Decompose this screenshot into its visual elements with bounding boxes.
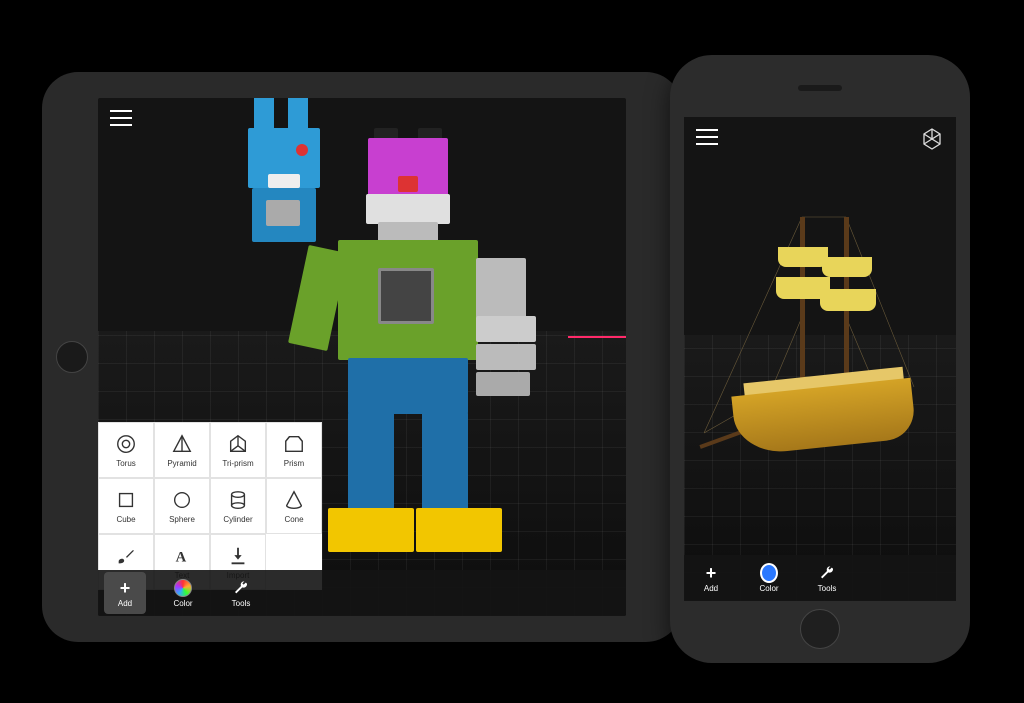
phone-speaker [798,85,842,91]
plus-icon: + [702,564,720,582]
ship-rigging [704,177,936,497]
tablet-device: Torus Pyramid Tri-prism Prism Cube Spher… [42,72,682,642]
shape-prism[interactable]: Prism [266,422,322,478]
shape-label: Pyramid [167,459,196,468]
tablet-screen: Torus Pyramid Tri-prism Prism Cube Spher… [98,98,626,616]
tools-button[interactable]: Tools [220,572,262,614]
wrench-icon [232,579,250,597]
tool-label: Color [173,599,192,608]
tool-label: Add [118,599,132,608]
shape-torus[interactable]: Torus [98,422,154,478]
tool-label: Tools [818,584,837,593]
toolbar: + Add Color Tools [684,555,956,601]
shape-label: Prism [284,459,304,468]
phone-screen: + Add Color Tools [684,117,956,601]
shape-cube[interactable]: Cube [98,478,154,534]
add-button[interactable]: + Add [690,557,732,599]
color-wheel-icon [174,579,192,597]
pyramid-icon [171,433,193,455]
shape-pyramid[interactable]: Pyramid [154,422,210,478]
color-button[interactable]: Color [162,572,204,614]
shape-palette: Torus Pyramid Tri-prism Prism Cube Spher… [98,422,322,590]
menu-icon[interactable] [696,129,718,145]
app-logo-icon[interactable] [920,127,944,151]
text-icon: A [171,545,193,567]
tools-button[interactable]: Tools [806,557,848,599]
plus-icon: + [116,579,134,597]
color-button[interactable]: Color [748,557,790,599]
model-ship[interactable] [704,177,936,497]
toolbar: + Add Color Tools [98,570,626,616]
phone-home-button[interactable] [800,609,840,649]
shape-triprism[interactable]: Tri-prism [210,422,266,478]
torus-icon [115,433,137,455]
tool-label: Add [704,584,718,593]
tool-label: Tools [232,599,251,608]
add-button[interactable]: + Add [104,572,146,614]
shape-label: Tri-prism [222,459,253,468]
triprism-icon [227,433,249,455]
sphere-icon [171,489,193,511]
cone-icon [283,489,305,511]
shape-label: Cylinder [223,515,252,524]
shape-cone[interactable]: Cone [266,478,322,534]
import-icon [227,545,249,567]
tool-label: Color [759,584,778,593]
menu-icon[interactable] [110,110,132,126]
phone-device: + Add Color Tools [670,55,970,663]
prism-icon [283,433,305,455]
tablet-home-button[interactable] [56,341,88,373]
brush-icon [115,545,137,567]
shape-cylinder[interactable]: Cylinder [210,478,266,534]
shape-label: Cube [116,515,135,524]
shape-label: Cone [284,515,303,524]
cube-icon [115,489,137,511]
shape-sphere[interactable]: Sphere [154,478,210,534]
color-swatch-icon [760,564,778,582]
cylinder-icon [227,489,249,511]
shape-label: Sphere [169,515,195,524]
shape-label: Torus [116,459,136,468]
svg-text:A: A [176,549,187,565]
wrench-icon [818,564,836,582]
